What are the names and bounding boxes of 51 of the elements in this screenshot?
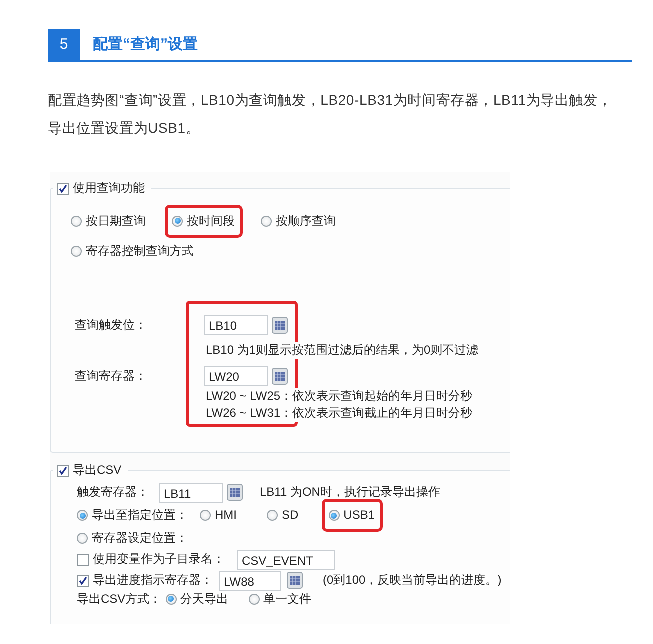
input-field[interactable]: LW20 <box>204 366 268 386</box>
field-label: 导出CSV方式： <box>77 592 162 606</box>
radio-button[interactable] <box>248 594 260 604</box>
option-label: 寄存器设定位置： <box>92 531 188 546</box>
hint-text: LB10 为1则显示按范围过滤后的结果，为0则不过滤 <box>206 342 479 359</box>
input-field[interactable]: LW88 <box>219 570 281 590</box>
keypad-icon[interactable] <box>272 368 288 384</box>
option-label: 导出至指定位置： <box>92 508 188 523</box>
option-label: HMI <box>215 508 237 523</box>
field-label: 查询寄存器： <box>75 368 148 385</box>
option-label: 分天导出 <box>180 592 229 606</box>
radio-button[interactable] <box>77 533 88 544</box>
hint-text: (0到100，反映当前导出的进度。) <box>323 572 502 589</box>
hint-text: LW20 ~ LW25：依次表示查询起始的年月日时分秒 <box>206 388 473 405</box>
checkbox-label: 使用查询功能 <box>73 181 145 196</box>
section-number: 5 <box>48 28 80 60</box>
radio-button[interactable] <box>172 216 183 226</box>
keypad-icon[interactable] <box>272 316 288 334</box>
checkbox[interactable] <box>57 182 69 194</box>
radio-button[interactable] <box>166 594 177 604</box>
checkbox[interactable] <box>77 554 89 566</box>
radio-button[interactable] <box>267 510 278 521</box>
radio-button[interactable] <box>200 510 211 521</box>
checkbox-label: 使用变量作为子目录名： <box>93 552 225 567</box>
option-label: 按日期查询 <box>86 214 146 228</box>
keypad-icon[interactable] <box>287 572 303 589</box>
option-label: 按顺序查询 <box>276 214 336 228</box>
input-field[interactable]: CSV_EVENT <box>237 550 335 570</box>
field-label: 触发寄存器： <box>77 485 150 500</box>
radio-button[interactable] <box>77 510 88 521</box>
input-field[interactable]: LB10 <box>204 315 268 335</box>
option-label: SD <box>282 508 299 523</box>
checkbox-label: 导出进度指示寄存器： <box>93 573 213 588</box>
radio-button[interactable] <box>71 246 82 256</box>
option-label: 寄存器控制查询方式 <box>86 244 194 258</box>
option-label: 按时间段 <box>187 214 235 228</box>
checkbox[interactable] <box>57 464 69 476</box>
intro-paragraph: 配置趋势图“查询”设置，LB10为查询触发，LB20-LB31为时间寄存器，LB11为导出触发，导出位置设置为USB1。 <box>48 91 613 138</box>
radio-button[interactable] <box>261 216 272 226</box>
radio-button[interactable] <box>71 216 82 226</box>
keypad-icon[interactable] <box>227 484 243 501</box>
field-label: 查询触发位： <box>75 317 148 334</box>
radio-button[interactable] <box>328 510 340 521</box>
input-field[interactable]: LB11 <box>159 482 223 502</box>
option-label: 单一文件 <box>264 592 312 606</box>
checkbox[interactable] <box>77 574 89 586</box>
checkbox-label: 导出CSV <box>73 463 122 478</box>
hint-text: LB11 为ON时，执行记录导出操作 <box>260 484 440 501</box>
section-title: 配置“查询”设置 <box>93 34 198 54</box>
hint-text: LW26 ~ LW31：依次表示查询截止的年月日时分秒 <box>206 405 473 422</box>
option-label: USB1 <box>344 508 376 523</box>
